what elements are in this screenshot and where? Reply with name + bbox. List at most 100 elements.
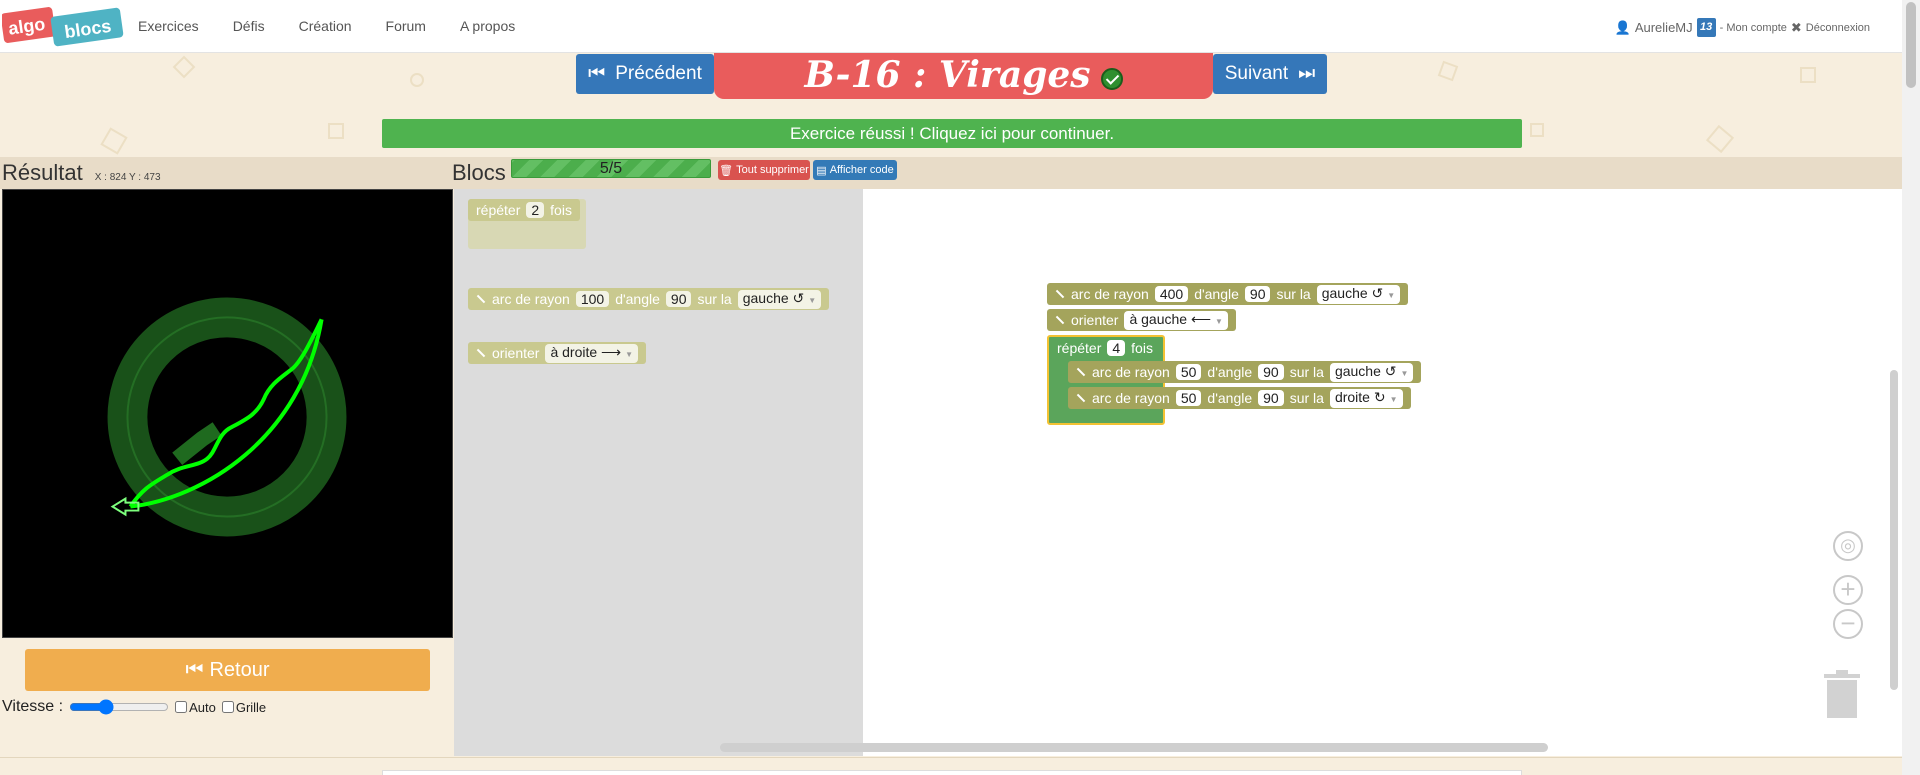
arc2-angle[interactable]: 90	[1258, 364, 1284, 380]
nav-a-propos[interactable]: A propos	[460, 18, 515, 34]
blocks-progress-bar: 5/5	[511, 159, 711, 178]
success-banner[interactable]: Exercice réussi ! Cliquez ici pour conti…	[382, 119, 1522, 148]
nav-forum[interactable]: Forum	[386, 18, 426, 34]
pen-icon	[476, 294, 486, 304]
code-icon: ▤	[816, 164, 827, 177]
toolbox-arc-side-label: sur la	[697, 291, 732, 307]
program-arc-block-3[interactable]: arc de rayon 50 d'angle 90 sur la droite…	[1068, 387, 1411, 409]
delete-all-button[interactable]: 🗑 Tout supprimer	[718, 160, 810, 180]
step-forward-icon: ⏭	[1298, 63, 1316, 84]
arc2-side-label: sur la	[1289, 364, 1324, 380]
blocks-workspace[interactable]: arc de rayon 400 d'angle 90 sur la gauch…	[863, 189, 1902, 756]
orient-dropdown[interactable]: à gauche ⟵ ▼	[1124, 310, 1228, 330]
username-link[interactable]: AurelieMJ	[1635, 20, 1693, 35]
exercise-title: B-16 : Virages	[714, 53, 1213, 99]
arc3-side-label: sur la	[1289, 390, 1324, 406]
arc1-label: arc de rayon	[1071, 286, 1149, 302]
toolbox-arc-side-dropdown[interactable]: gauche ↺ ▼	[737, 289, 822, 309]
exercise-title-text: B-16 : Virages	[804, 54, 1091, 96]
previous-button[interactable]: ⏮ Précédent	[576, 54, 714, 94]
account-link[interactable]: - Mon compte	[1720, 22, 1787, 34]
delete-all-label: Tout supprimer	[736, 164, 809, 176]
trash-icon[interactable]	[1822, 668, 1862, 720]
next-label: Suivant	[1224, 63, 1289, 84]
arc2-side-dropdown[interactable]: gauche ↺ ▼	[1329, 362, 1414, 382]
toolbox-repeat-block[interactable]: répéter 2 fois	[468, 199, 580, 221]
program-repeat-block[interactable]: répéter 4 fois	[1049, 337, 1161, 359]
arc3-side: droite ↻	[1334, 388, 1386, 405]
auto-checkbox[interactable]	[175, 701, 188, 713]
workspace-horizontal-scrollbar[interactable]	[720, 743, 1548, 752]
arc1-angle-label: d'angle	[1194, 286, 1239, 302]
page-scrollbar[interactable]	[1902, 0, 1920, 775]
chevron-down-icon: ▼	[808, 295, 817, 305]
arc2-radius[interactable]: 50	[1175, 364, 1202, 380]
logout-link[interactable]: Déconnexion	[1806, 22, 1870, 34]
nav-exercices[interactable]: Exercices	[138, 18, 199, 34]
step-backward-icon: ⏮	[588, 63, 606, 84]
arc1-radius[interactable]: 400	[1154, 286, 1189, 302]
toolbox-orient-block[interactable]: orienter à droite ⟶ ▼	[468, 342, 647, 364]
page-scrollbar-thumb[interactable]	[1906, 2, 1916, 88]
program-arc-block-1[interactable]: arc de rayon 400 d'angle 90 sur la gauch…	[1047, 283, 1409, 305]
chevron-down-icon: ▼	[625, 349, 634, 359]
toolbox-arc-radius[interactable]: 100	[575, 291, 610, 307]
arc2-side: gauche ↺	[1334, 362, 1397, 379]
algoblocs-logo[interactable]: algo blocs	[2, 4, 124, 48]
program-orient-block[interactable]: orienter à gauche ⟵ ▼	[1047, 309, 1236, 331]
level-badge: 13	[1696, 18, 1716, 37]
arc3-angle[interactable]: 90	[1258, 390, 1284, 406]
arc3-label: arc de rayon	[1092, 390, 1170, 406]
footer-bar	[382, 770, 1522, 775]
arc1-side-dropdown[interactable]: gauche ↺ ▼	[1316, 284, 1401, 304]
next-button[interactable]: Suivant ⏭	[1213, 54, 1327, 94]
arc3-side-dropdown[interactable]: droite ↻ ▼	[1329, 388, 1403, 408]
toolbox-repeat-count[interactable]: 2	[526, 202, 545, 218]
show-code-button[interactable]: ▤ Afficher code	[813, 160, 897, 180]
pen-icon	[1055, 315, 1065, 325]
arc1-side-label: sur la	[1276, 286, 1311, 302]
toolbox-arc-block[interactable]: arc de rayon 100 d'angle 90 sur la gauch…	[468, 288, 830, 310]
grid-option[interactable]: Grille	[221, 700, 266, 715]
arc2-angle-label: d'angle	[1207, 364, 1253, 380]
arc3-angle-label: d'angle	[1207, 390, 1253, 406]
arc1-angle[interactable]: 90	[1244, 286, 1271, 302]
workspace-vertical-scrollbar[interactable]	[1890, 370, 1898, 690]
zoom-in-icon[interactable]: +	[1833, 575, 1863, 605]
repeat-count[interactable]: 4	[1107, 340, 1126, 356]
repeat-label: répéter	[1057, 340, 1102, 356]
result-canvas[interactable]	[2, 189, 453, 638]
chevron-down-icon: ▼	[1387, 290, 1396, 300]
nav-defis[interactable]: Défis	[233, 18, 265, 34]
user-box: 👤 AurelieMJ 13 - Mon compte ✖ Déconnexio…	[1615, 18, 1870, 37]
nav-creation[interactable]: Création	[299, 18, 352, 34]
toolbox-orient-direction: à droite ⟶	[550, 343, 622, 360]
arc3-radius[interactable]: 50	[1175, 390, 1202, 406]
chevron-down-icon: ▼	[1389, 394, 1398, 404]
zoom-out-icon[interactable]: −	[1833, 609, 1863, 639]
retour-button[interactable]: ⏮ Retour	[25, 649, 430, 691]
page-footer	[0, 757, 1902, 775]
result-title: Résultat	[2, 160, 83, 185]
cursor-coords: X : 824 Y : 473	[94, 171, 161, 183]
main-nav: Exercices Défis Création Forum A propos	[138, 18, 549, 34]
grid-checkbox[interactable]	[221, 701, 234, 713]
fast-backward-icon: ⏮	[185, 658, 204, 681]
auto-option[interactable]: Auto	[175, 700, 216, 715]
target-icon[interactable]: ◎	[1833, 531, 1863, 561]
pen-icon	[476, 348, 486, 358]
chevron-down-icon: ▼	[1215, 316, 1223, 326]
toolbox-repeat-label: répéter	[476, 202, 521, 218]
toolbox-orient-dropdown[interactable]: à droite ⟶ ▼	[545, 343, 639, 363]
pen-icon	[1055, 289, 1065, 299]
speed-label: Vitesse :	[2, 698, 64, 715]
orient-label: orienter	[1071, 312, 1119, 328]
toolbox-arc-angle[interactable]: 90	[665, 291, 692, 307]
target-shape-ring	[107, 297, 347, 537]
blocs-title: Blocs	[452, 160, 506, 185]
toolbox-arc-side: gauche ↺	[742, 289, 805, 306]
check-circle-icon	[1100, 68, 1123, 90]
speed-slider[interactable]	[69, 699, 170, 715]
program-arc-block-2[interactable]: arc de rayon 50 d'angle 90 sur la gauche…	[1068, 361, 1422, 383]
blocks-toolbox: répéter 2 fois arc de rayon 100 d'angle …	[454, 189, 863, 756]
